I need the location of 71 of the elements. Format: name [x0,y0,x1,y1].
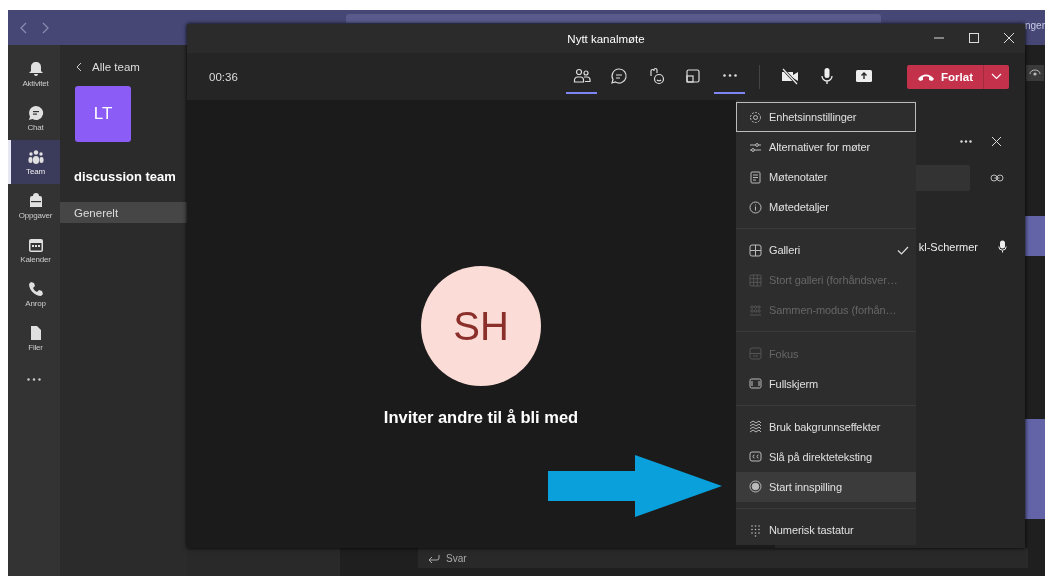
backpack-icon [27,192,44,209]
pattern-icon [749,420,762,434]
menu-item[interactable]: Galleri [736,235,916,266]
menu-item[interactable]: Enhetsinnstillinger [736,102,916,132]
gear-icon [749,110,762,124]
grid-icon [749,243,762,257]
layout-icon [749,347,762,360]
rail-item[interactable]: Team [8,140,60,184]
rail-item[interactable]: Kalender [8,228,60,272]
menu-item[interactable]: Slå på direkteteksting [736,441,916,472]
chevron-icon [76,62,82,72]
channel-item[interactable]: Generelt [60,202,187,223]
reply-label: Svar [446,552,467,564]
frame-icon [749,377,762,390]
calendar-icon [27,236,44,253]
captions-icon [749,450,762,464]
window-title: Nytt kanalmøte [567,32,645,45]
menu-item[interactable]: Møtenotater [736,162,916,192]
more-icon[interactable] [27,378,41,381]
rail-item[interactable]: Chat [8,96,60,140]
tray-icon [683,66,702,85]
menu-item[interactable]: Møtedetaljer [736,192,916,222]
leave-options-button[interactable] [983,64,1009,89]
people-icon [27,148,44,165]
user-name: nger [1025,20,1045,31]
menu-item[interactable]: Alternativer for møter [736,132,916,162]
record-icon [749,480,762,494]
sliders-icon [749,140,762,154]
link-icon[interactable] [990,174,1004,182]
info-icon [749,200,762,214]
camera-off-icon [780,66,799,85]
reply-bar[interactable]: Svar [418,548,1028,568]
chat-icon [27,104,44,121]
menu-item[interactable]: Fullskjerm [736,368,916,399]
checkmark-icon [897,245,909,255]
notes-icon [749,170,762,184]
close-icon[interactable] [1003,32,1015,44]
rail-item[interactable]: Filer [8,316,60,360]
call-timer: 00:36 [209,70,238,83]
back-icon[interactable] [20,21,28,34]
menu-item[interactable]: Bruk bakgrunnseffekter [736,411,916,442]
rail-item[interactable]: Anrop [8,272,60,316]
more-icon[interactable] [960,140,972,143]
eye-icon[interactable] [1026,65,1044,81]
message-card [1025,216,1045,256]
keypad-icon [749,523,762,537]
bell-icon [27,60,44,77]
search-field[interactable] [346,14,881,23]
caret-icon [991,73,1002,80]
menu-item[interactable]: Start innspilling [736,471,916,502]
leave-button[interactable]: Forlat [907,64,983,89]
grid-icon [749,273,762,287]
rail-item[interactable]: Oppgaver [8,184,60,228]
people-icon [572,66,591,85]
close-icon[interactable] [991,136,1002,147]
team-name: discussion team [74,169,177,184]
phone-icon [27,280,44,297]
chat-icon [609,66,628,85]
rail-item[interactable]: Aktivitet [8,52,60,96]
reply-icon [428,553,440,563]
microphone-icon [998,240,1007,253]
dots-icon [749,303,762,317]
team-avatar: LT [75,86,131,142]
maximize-icon[interactable] [968,32,980,44]
invite-message: Inviter andre til å bli med [383,408,579,427]
menu-item[interactable]: Numerisk tastatur [736,515,916,545]
forward-icon[interactable] [41,21,49,34]
participant-name: kl-Schermer [918,240,978,253]
more-icon [722,74,737,77]
back-link[interactable]: Alle team [76,61,140,73]
avatar-initials: SH [421,266,541,386]
